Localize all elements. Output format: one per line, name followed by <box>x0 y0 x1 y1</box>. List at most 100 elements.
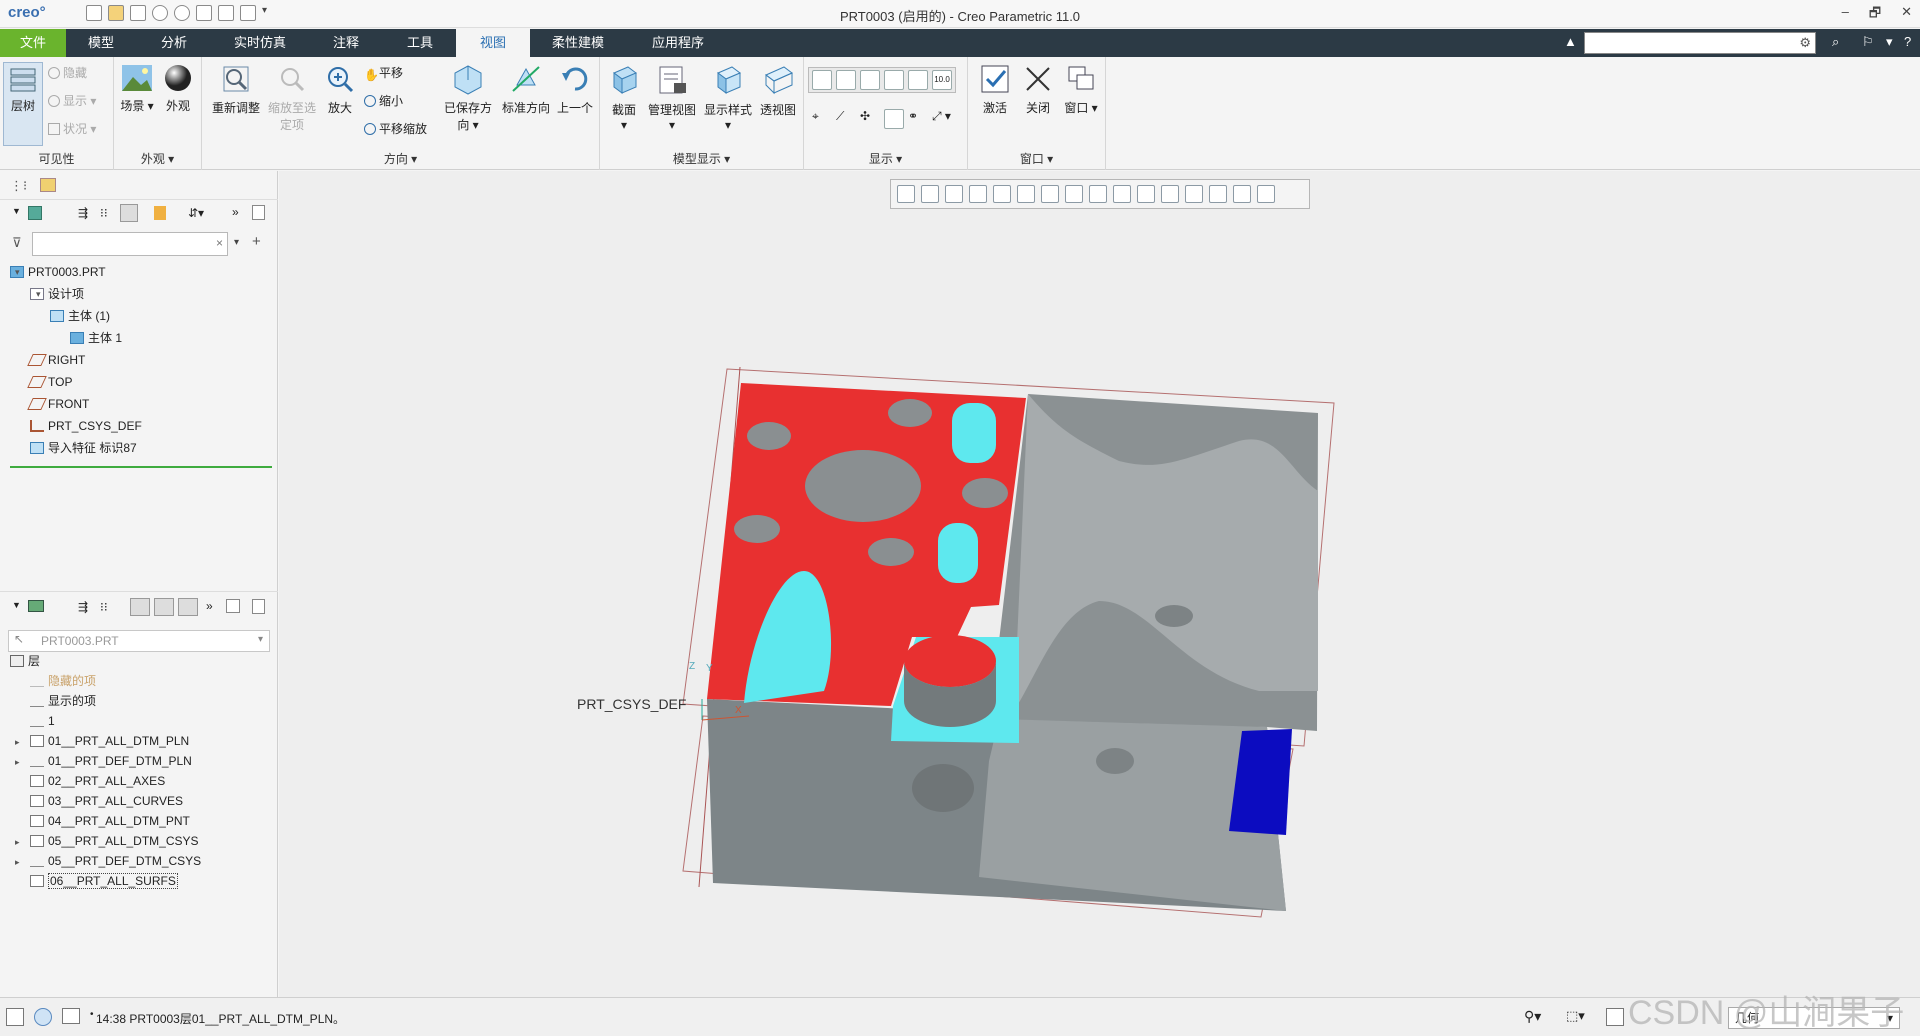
group-label-show[interactable]: 显示 ▾ <box>804 150 967 167</box>
tab-model[interactable]: 模型 <box>66 29 136 57</box>
minimize-button[interactable]: – <box>1842 4 1849 26</box>
tab-flexible-modeling[interactable]: 柔性建模 <box>530 29 626 57</box>
layer-item-05-all-dtm-csys[interactable]: 05__PRT_ALL_DTM_CSYS <box>30 831 199 851</box>
tree-item-import-feature[interactable]: 导入特征 标识87 <box>30 438 137 458</box>
panel-splitter[interactable] <box>0 591 278 592</box>
axis-tag-icon[interactable]: ⟋ <box>836 109 856 129</box>
perspective-view-button[interactable]: 透视图 <box>756 63 800 118</box>
layer-item-06-all-surfs[interactable]: 06__PRT_ALL_SURFS <box>30 871 178 891</box>
help-icon[interactable]: ? <box>1904 34 1911 49</box>
point-display-icon[interactable] <box>860 70 880 90</box>
zoom-in-button[interactable]: 放大 <box>318 63 362 116</box>
tab-file[interactable]: 文件 <box>0 29 66 57</box>
insert-here-indicator[interactable] <box>10 466 272 468</box>
layer-item-05-def-dtm-csys[interactable]: 05__PRT_DEF_DTM_CSYS <box>30 851 201 871</box>
group-label-orientation[interactable]: 方向 ▾ <box>202 150 599 167</box>
find-binoculars-icon[interactable]: ⚲▾ <box>1524 1008 1541 1025</box>
smart-select-icon[interactable] <box>1606 1008 1624 1026</box>
group-label-model-display[interactable]: 模型显示 ▾ <box>600 150 803 167</box>
tree-sort-icon[interactable]: ⇵▾ <box>188 206 204 220</box>
tree-item-part[interactable]: PRT0003.PRT <box>10 262 106 282</box>
tree-item-body-1[interactable]: 主体 1 <box>70 328 122 348</box>
navigator-toggle-icon[interactable] <box>6 1008 24 1026</box>
node-icon[interactable]: ⚭ <box>908 109 928 129</box>
appearance-button[interactable]: 外观 <box>160 63 196 114</box>
layer-item-1[interactable]: 1 <box>30 711 55 731</box>
group-label-appearance[interactable]: 外观 ▾ <box>114 150 201 167</box>
group-label-window[interactable]: 窗口 ▾ <box>968 150 1105 167</box>
tree-item-right-plane[interactable]: RIGHT <box>27 350 85 370</box>
add-filter-icon[interactable]: + <box>252 233 261 250</box>
tree-item-bodies[interactable]: 主体 (1) <box>50 306 110 326</box>
layer-more-icon[interactable]: » <box>206 599 213 613</box>
saved-orientations-button[interactable]: 已保存方向 ▾ <box>440 63 496 133</box>
annotation-display-icon[interactable] <box>1137 185 1155 203</box>
show-button[interactable]: 显示 ▾ <box>48 92 96 109</box>
expand-design-items-icon[interactable]: ▾ <box>15 267 20 278</box>
clear-search-icon[interactable]: × <box>216 236 223 250</box>
tree-display-icon[interactable] <box>154 206 166 220</box>
display-style-button[interactable]: 显示样式 ▾ <box>700 63 756 132</box>
selection-box-icon[interactable]: ⬚▾ <box>1566 1008 1585 1024</box>
tree-settings-icon[interactable] <box>120 204 138 222</box>
dynamic-orient-icon[interactable] <box>993 185 1011 203</box>
graduation-cap-icon[interactable]: ⚐ <box>1862 34 1874 50</box>
activate-button[interactable]: 激活 <box>974 63 1016 116</box>
collapse-toolbar-icon[interactable] <box>1257 185 1275 203</box>
zoom-out-icon[interactable] <box>945 185 963 203</box>
layer-filter-icon[interactable]: ⇶ <box>78 600 88 614</box>
layer-notes-icon[interactable] <box>252 599 265 614</box>
browser-toggle-icon[interactable] <box>34 1008 52 1026</box>
layer-hide-icon[interactable] <box>154 598 174 616</box>
layer-collapse-icon[interactable]: ▼ <box>12 600 21 610</box>
saved-orientations-icon[interactable] <box>1041 185 1059 203</box>
annotation-display-icon[interactable]: ⤢ ▾ <box>932 109 952 129</box>
layer-item-hidden-items[interactable]: 隐藏的项 <box>30 671 96 691</box>
tree-item-front-plane[interactable]: FRONT <box>27 394 89 414</box>
csys-display-icon[interactable] <box>884 70 904 90</box>
layer-columns-icon[interactable]: ⁝⁝ <box>100 600 108 614</box>
plane-display-icon[interactable] <box>812 70 832 90</box>
zoom-in-icon[interactable] <box>921 185 939 203</box>
settings-gear-icon[interactable]: ⚙ <box>1799 35 1811 51</box>
select-chevron-icon[interactable]: ▾ <box>258 634 263 645</box>
node-icon[interactable] <box>1185 185 1203 203</box>
layers-icon[interactable] <box>28 600 44 612</box>
folder-browser-tab-icon[interactable] <box>40 178 56 192</box>
refit-icon[interactable] <box>897 185 915 203</box>
tab-tools[interactable]: 工具 <box>384 29 456 57</box>
layer-root[interactable]: 层 <box>10 651 40 671</box>
expand-layer-icon[interactable]: ▸ <box>15 837 20 848</box>
tree-collapse-icon[interactable]: ▼ <box>12 206 21 216</box>
section-button[interactable]: 截面 ▾ <box>604 63 644 132</box>
expand-layer-icon[interactable]: ▸ <box>15 737 20 748</box>
expand-layer-icon[interactable]: ▸ <box>15 857 20 868</box>
repaint-icon[interactable] <box>969 185 987 203</box>
section-icon[interactable] <box>1089 185 1107 203</box>
model-icon[interactable] <box>28 206 42 220</box>
tree-more-icon[interactable]: » <box>232 205 239 219</box>
scene-button[interactable]: 场景 ▾ <box>118 63 156 114</box>
csys-label[interactable]: PRT_CSYS_DEF <box>577 696 686 712</box>
collapse-ribbon-icon[interactable]: ▲ <box>1564 34 1577 49</box>
plane-tag-icon[interactable]: ⌖ <box>812 109 832 129</box>
layer-item-03-all-curves[interactable]: 03__PRT_ALL_CURVES <box>30 791 183 811</box>
tab-applications[interactable]: 应用程序 <box>626 29 730 57</box>
full-screen-toggle-icon[interactable] <box>62 1008 80 1024</box>
manage-views-button[interactable]: 管理视图 ▾ <box>644 63 700 132</box>
layer-model-select[interactable]: PRT0003.PRT <box>8 630 270 652</box>
filter-options-chevron-icon[interactable]: ▾ <box>234 237 239 248</box>
layer-item-shown-items[interactable]: 显示的项 <box>30 691 96 711</box>
spin-center-icon[interactable] <box>1161 185 1179 203</box>
close-window-button[interactable]: 关闭 <box>1018 63 1058 116</box>
layer-item-04-all-dtm-pnt[interactable]: 04__PRT_ALL_DTM_PNT <box>30 811 190 831</box>
layer-properties-icon[interactable] <box>226 599 240 613</box>
status-button[interactable]: 状况 ▾ <box>48 120 96 137</box>
spin-center-display-icon[interactable] <box>908 70 928 90</box>
point-tag-icon[interactable]: ✣ <box>860 109 880 129</box>
layer-isolate-icon[interactable] <box>178 598 198 616</box>
tree-filter-icon[interactable]: ⇶ <box>78 206 88 220</box>
tree-search-input[interactable]: × <box>32 232 228 256</box>
close-button[interactable]: ✕ <box>1901 4 1912 26</box>
hide-button[interactable]: 隐藏 <box>48 64 87 81</box>
